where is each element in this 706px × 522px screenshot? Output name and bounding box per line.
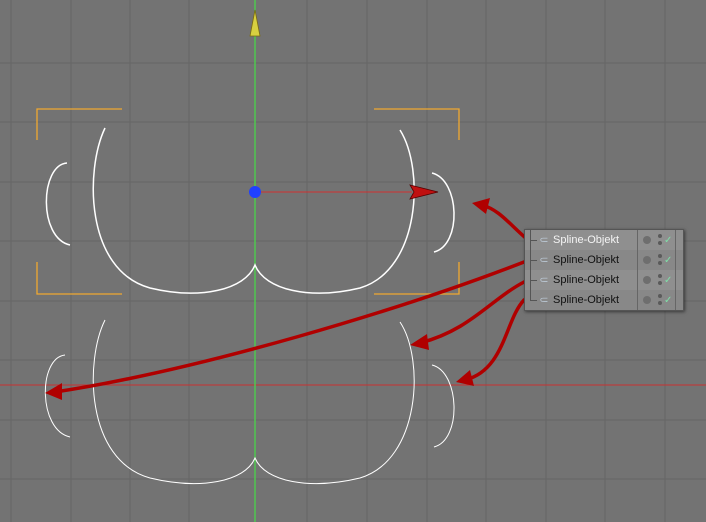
tree-line [528,270,538,290]
layer-dot-icon[interactable] [643,236,651,244]
object-name[interactable]: Spline-Objekt [553,294,653,306]
annotation-arrows [53,203,530,394]
move-handle-x[interactable] [255,184,439,200]
layer-dot-icon[interactable] [643,256,651,264]
checkmark-icon[interactable]: ✓ [664,275,672,286]
column-divider [675,230,676,310]
spline-icon: ⸦ [538,253,551,267]
spline-icon: ⸦ [538,273,551,287]
object-name[interactable]: Spline-Objekt [553,254,653,266]
checkmark-icon[interactable]: ✓ [664,295,672,306]
spline-shape-selected [45,127,455,294]
tree-line [528,230,538,250]
layer-dot-icon[interactable] [643,276,651,284]
object-manager-panel: ⸦ Spline-Objekt ⸦ Spline-Objekt ⸦ Spline… [524,229,684,311]
column-divider [637,230,638,310]
layer-dot-icon[interactable] [643,296,651,304]
spline-icon: ⸦ [538,293,551,307]
spline-shape-copy [44,319,455,484]
bounding-box-corners [36,108,460,295]
object-origin-handle[interactable] [249,186,261,198]
object-name[interactable]: Spline-Objekt [553,234,653,246]
checkmark-icon[interactable]: ✓ [664,235,672,246]
object-name[interactable]: Spline-Objekt [553,274,653,286]
visibility-dots-icon[interactable] [658,234,662,248]
checkmark-icon[interactable]: ✓ [664,255,672,266]
visibility-dots-icon[interactable] [658,274,662,288]
move-handle-y[interactable] [249,9,261,37]
visibility-dots-icon[interactable] [658,254,662,268]
tree-line [528,250,538,270]
spline-icon: ⸦ [538,233,551,247]
tree-line [528,290,538,310]
visibility-dots-icon[interactable] [658,294,662,308]
